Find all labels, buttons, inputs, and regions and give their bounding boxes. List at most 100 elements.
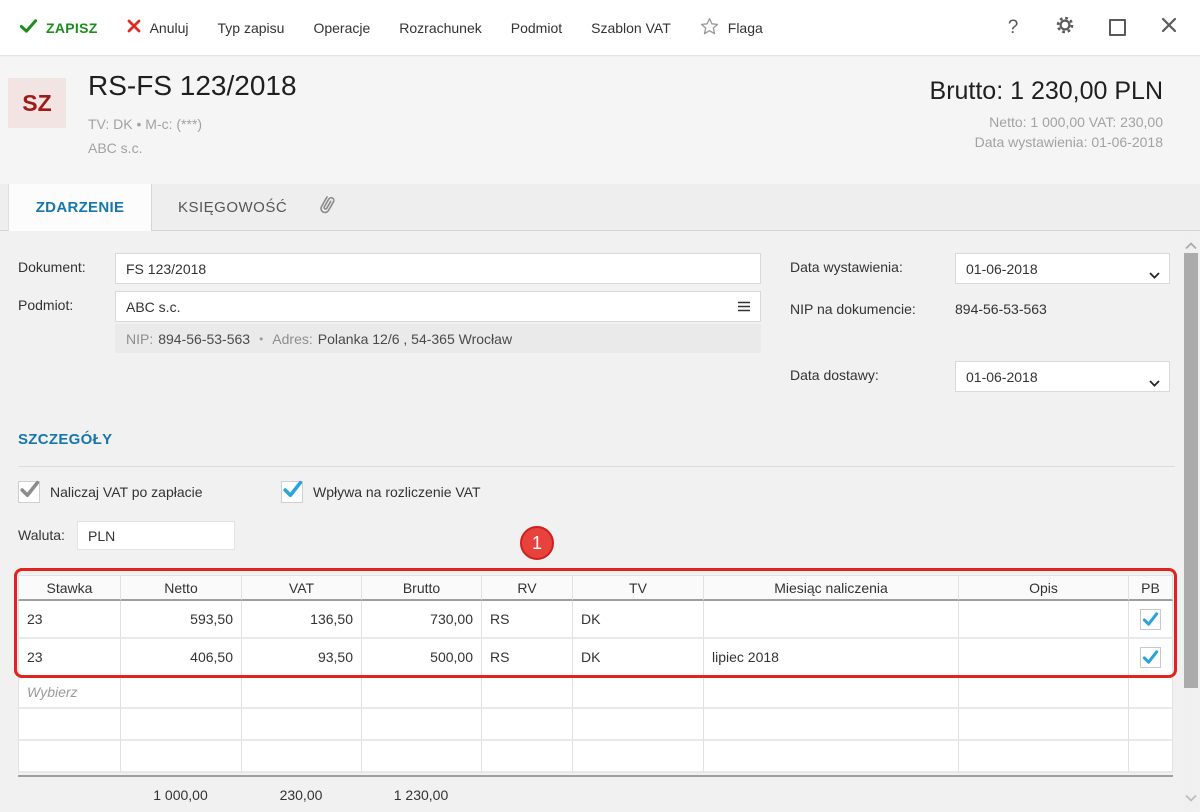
checkbox-wplywa-vat-label: Wpływa na rozliczenie VAT (313, 484, 481, 500)
save-button-label: ZAPISZ (46, 20, 98, 36)
table-cell[interactable] (241, 741, 361, 773)
checkbox-naliczaj-vat[interactable] (18, 481, 40, 503)
column-header-8: Opis (958, 575, 1128, 601)
data-dostawy-dropdown[interactable]: 01-06-2018 (955, 361, 1170, 392)
check-icon (20, 19, 37, 36)
table-cell[interactable] (120, 709, 241, 741)
window-controls: ? (972, 17, 1180, 39)
table-cell[interactable] (958, 677, 1128, 709)
table-cell[interactable] (1128, 677, 1173, 709)
tab-zdarzenie[interactable]: ZDARZENIE (8, 184, 152, 231)
table-cell[interactable] (481, 677, 572, 709)
dokument-input[interactable]: FS 123/2018 (115, 253, 761, 284)
table-cell[interactable]: lipiec 2018 (703, 639, 958, 677)
menu-label: Podmiot (511, 20, 562, 36)
x-icon (127, 19, 141, 36)
vertical-scrollbar[interactable] (1183, 231, 1199, 812)
table-cell[interactable] (1128, 639, 1173, 677)
flag-button[interactable]: Flaga (700, 17, 763, 39)
pb-checkbox[interactable] (1140, 609, 1161, 630)
waluta-input[interactable]: PLN (77, 521, 235, 550)
attachment-button[interactable] (315, 184, 339, 230)
adres-label: Adres: (272, 331, 312, 347)
table-cell[interactable]: 500,00 (361, 639, 481, 677)
column-header-9: PB (1128, 575, 1173, 601)
adres-value: Polanka 12/6 , 54-365 Wrocław (318, 331, 512, 347)
table-cell[interactable]: Wybierz (18, 677, 120, 709)
document-company: ABC s.c. (88, 140, 142, 156)
menu-label: Szablon VAT (591, 20, 671, 36)
table-cell[interactable]: RS (481, 639, 572, 677)
toolbar: ZAPISZ Anuluj Typ zapisu Operacje Rozrac… (0, 0, 1200, 56)
paperclip-icon (315, 192, 339, 223)
data-wystawienia-label: Data wystawienia: (790, 259, 903, 275)
table-cell[interactable] (703, 741, 958, 773)
table-cell[interactable] (361, 709, 481, 741)
total-brutto: 1 230,00 (361, 782, 481, 808)
save-button[interactable]: ZAPISZ (20, 19, 98, 36)
data-wystawienia-value: 01-06-2018 (966, 261, 1038, 277)
cancel-button[interactable]: Anuluj (127, 19, 189, 36)
table-cell[interactable] (703, 709, 958, 741)
table-cell[interactable] (120, 741, 241, 773)
column-header-6: TV (572, 575, 703, 601)
table-cell[interactable]: 730,00 (361, 601, 481, 639)
table-cell[interactable] (958, 639, 1128, 677)
podmiot-input[interactable]: ABC s.c. (115, 291, 761, 322)
column-header-3: VAT (241, 575, 361, 601)
table-cell[interactable] (241, 709, 361, 741)
data-dostawy-value: 01-06-2018 (966, 369, 1038, 385)
table-cell[interactable] (1128, 709, 1173, 741)
hamburger-icon[interactable] (737, 300, 751, 316)
menu-rozrachunek[interactable]: Rozrachunek (399, 20, 482, 36)
table-cell[interactable] (481, 709, 572, 741)
checkbox-wplywa-vat[interactable] (281, 481, 303, 503)
table-cell[interactable] (572, 677, 703, 709)
pb-checkbox[interactable] (1140, 647, 1161, 668)
menu-szablon-vat[interactable]: Szablon VAT (591, 20, 671, 36)
podmiot-value: ABC s.c. (126, 299, 180, 315)
table-cell[interactable] (958, 601, 1128, 639)
table-cell[interactable]: DK (572, 639, 703, 677)
table-cell[interactable] (1128, 601, 1173, 639)
table-cell[interactable] (572, 741, 703, 773)
scrollbar-thumb[interactable] (1184, 253, 1198, 688)
table-cell[interactable] (958, 741, 1128, 773)
scroll-down-icon[interactable] (1185, 789, 1197, 807)
page-title: RS-FS 123/2018 (88, 70, 297, 102)
table-cell[interactable]: 23 (18, 601, 120, 639)
table-cell[interactable]: 406,50 (120, 639, 241, 677)
brutto-amount: Brutto: 1 230,00 PLN (930, 77, 1163, 106)
table-cell[interactable] (1128, 741, 1173, 773)
table-cell[interactable]: 136,50 (241, 601, 361, 639)
table-cell[interactable] (120, 677, 241, 709)
table-cell[interactable]: 93,50 (241, 639, 361, 677)
table-cell[interactable] (18, 709, 120, 741)
maximize-button[interactable] (1106, 17, 1128, 39)
table-cell[interactable] (703, 601, 958, 639)
table-cell[interactable] (572, 709, 703, 741)
table-cell[interactable] (18, 741, 120, 773)
data-wystawienia-dropdown[interactable]: 01-06-2018 (955, 253, 1170, 284)
tab-ksiegowosc[interactable]: KSIĘGOWOŚĆ (152, 184, 313, 230)
table-cell[interactable] (481, 741, 572, 773)
table-cell[interactable] (241, 677, 361, 709)
table-cell[interactable] (958, 709, 1128, 741)
menu-typ-zapisu[interactable]: Typ zapisu (218, 20, 285, 36)
total-spacer (18, 782, 120, 808)
help-button[interactable]: ? (1002, 17, 1024, 39)
chevron-down-icon (1149, 374, 1160, 390)
settings-button[interactable] (1054, 17, 1076, 39)
menu-operacje[interactable]: Operacje (313, 20, 370, 36)
data-dostawy-label: Data dostawy: (790, 367, 879, 383)
table-cell[interactable]: 23 (18, 639, 120, 677)
podmiot-details-strip: NIP: 894-56-53-563 • Adres: Polanka 12/6… (115, 324, 761, 353)
table-cell[interactable]: RS (481, 601, 572, 639)
table-cell[interactable] (361, 677, 481, 709)
table-cell[interactable] (703, 677, 958, 709)
table-cell[interactable]: DK (572, 601, 703, 639)
close-button[interactable] (1158, 17, 1180, 39)
table-cell[interactable] (361, 741, 481, 773)
menu-podmiot[interactable]: Podmiot (511, 20, 562, 36)
table-cell[interactable]: 593,50 (120, 601, 241, 639)
